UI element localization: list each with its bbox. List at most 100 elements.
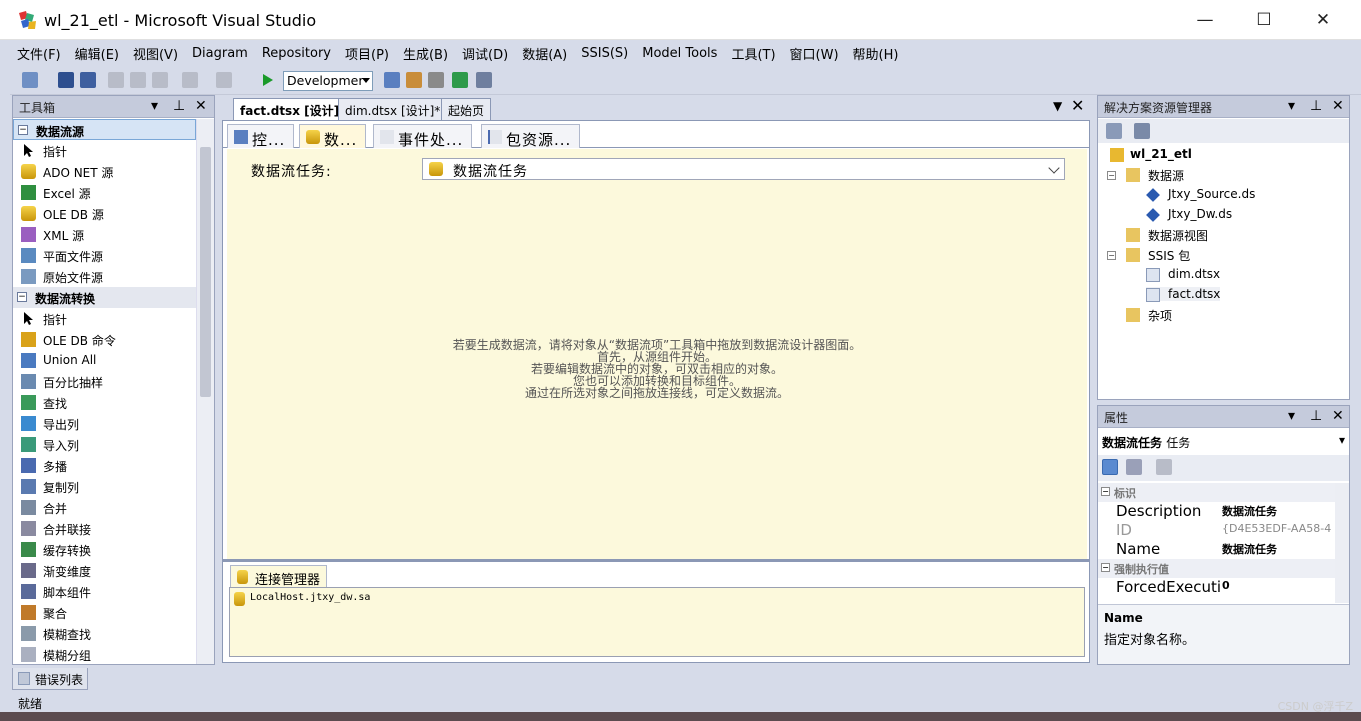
tab-start-page[interactable]: 起始页 (441, 98, 492, 120)
pin-icon[interactable]: ⊥ (1310, 408, 1322, 424)
toolbox-item[interactable]: XML 源 (13, 224, 196, 245)
redo-icon[interactable] (216, 72, 232, 88)
menu-ssis[interactable]: SSIS(S) (574, 46, 635, 61)
dropdown-icon[interactable]: ▾ (1288, 98, 1295, 114)
data-source-views-node[interactable]: 数据源视图 (1126, 227, 1208, 244)
close-icon[interactable]: ✕ (1332, 408, 1344, 424)
menu-model-tools[interactable]: Model Tools (635, 46, 724, 61)
navigate-icon[interactable] (452, 72, 468, 88)
menu-project[interactable]: 项目(P) (338, 44, 396, 63)
menu-edit[interactable]: 编辑(E) (68, 44, 126, 63)
property-object-select[interactable]: 数据流任务 任务 ▾ (1098, 429, 1349, 453)
property-row[interactable]: Name 数据流任务 (1098, 540, 1335, 559)
alphabetical-icon[interactable] (1126, 459, 1142, 475)
splitter[interactable] (223, 559, 1089, 562)
toolbox-item[interactable]: 渐变维度 (13, 560, 196, 581)
package-item[interactable]: fact.dtsx (1146, 287, 1221, 302)
error-list-tab[interactable]: 错误列表 (12, 668, 88, 690)
property-pages-icon[interactable] (1156, 459, 1172, 475)
toolbox-item[interactable]: 模糊查找 (13, 623, 196, 644)
toolbox-item[interactable]: 查找 (13, 392, 196, 413)
collapse-icon[interactable]: − (18, 125, 28, 135)
menu-window[interactable]: 窗口(W) (783, 44, 846, 63)
toolbox-item[interactable]: 脚本组件 (13, 581, 196, 602)
toolbox-item[interactable]: OLE DB 源 (13, 203, 196, 224)
property-row[interactable]: ForcedExecuti 0 (1098, 578, 1335, 597)
connection-manager-tab[interactable]: 连接管理器 (230, 565, 328, 588)
data-sources-node[interactable]: 数据源 (1126, 167, 1184, 184)
toolbox-item[interactable]: OLE DB 命令 (13, 329, 196, 350)
tab-event-handlers[interactable]: 事件处... (373, 124, 473, 149)
toolbox-item[interactable]: 多播 (13, 455, 196, 476)
window-icon[interactable] (476, 72, 492, 88)
undo-icon[interactable] (182, 72, 198, 88)
menu-view[interactable]: 视图(V) (126, 44, 185, 63)
menu-tools[interactable]: 工具(T) (724, 44, 782, 63)
maximize-button[interactable]: ☐ (1235, 0, 1293, 40)
show-all-files-icon[interactable] (1106, 123, 1122, 139)
close-window-button[interactable]: ✕ (1294, 0, 1352, 40)
cut-icon[interactable] (108, 72, 124, 88)
tab-package-explorer[interactable]: 包资源... (481, 124, 581, 149)
toolbox-item[interactable]: 平面文件源 (13, 245, 196, 266)
toolbox-item[interactable]: 原始文件源 (13, 266, 196, 287)
collapse-icon[interactable]: − (1107, 251, 1116, 260)
data-flow-surface[interactable]: 数据流任务: 数据流任务 若要生成数据流，请将对象从“数据流项”工具箱中拖放到数… (227, 149, 1087, 559)
new-project-icon[interactable] (22, 72, 38, 88)
categorized-icon[interactable] (1102, 459, 1118, 475)
close-icon[interactable]: ✕ (195, 98, 207, 114)
collapse-icon[interactable]: − (1101, 487, 1110, 496)
menu-data[interactable]: 数据(A) (515, 44, 574, 63)
dropdown-icon[interactable]: ▾ (1288, 408, 1295, 424)
misc-node[interactable]: 杂项 (1126, 307, 1172, 324)
close-doc-icon[interactable]: ✕ (1071, 96, 1084, 115)
property-row[interactable]: ID {D4E53EDF-AA58-4 (1098, 521, 1335, 540)
collapse-icon[interactable]: − (1101, 563, 1110, 572)
toolbox-item[interactable]: 百分比抽样 (13, 371, 196, 392)
save-icon[interactable] (58, 72, 74, 88)
project-node[interactable]: wl_21_etl (1110, 147, 1192, 162)
collapse-icon[interactable]: − (1107, 171, 1116, 180)
menu-repository[interactable]: Repository (255, 46, 338, 61)
toolbox-item[interactable]: 聚合 (13, 602, 196, 623)
toolbox-item[interactable]: 导出列 (13, 413, 196, 434)
properties-icon[interactable] (406, 72, 422, 88)
toolbox-category[interactable]: − 数据流转换 (13, 287, 196, 308)
property-category[interactable]: − 标识 (1098, 483, 1335, 502)
menu-file[interactable]: 文件(F) (10, 44, 68, 63)
property-category[interactable]: − 强制执行值 (1098, 559, 1335, 578)
toolbox-item[interactable]: 模糊分组 (13, 644, 196, 664)
pin-icon[interactable]: ⊥ (1310, 98, 1322, 114)
paste-icon[interactable] (152, 72, 168, 88)
data-source-item[interactable]: Jtxy_Source.ds (1146, 187, 1255, 202)
find-icon[interactable] (384, 72, 400, 88)
minimize-button[interactable]: — (1176, 0, 1234, 40)
menu-diagram[interactable]: Diagram (185, 46, 255, 61)
close-icon[interactable]: ✕ (1332, 98, 1344, 114)
properties-icon[interactable] (1134, 123, 1150, 139)
toolbox-item[interactable]: 指针 (13, 140, 196, 161)
toolbox-item[interactable]: Excel 源 (13, 182, 196, 203)
toolbox-item[interactable]: Union All (13, 350, 196, 371)
toolbox-item[interactable]: 导入列 (13, 434, 196, 455)
connection-list[interactable]: LocalHost.jtxy_dw.sa (229, 587, 1085, 657)
save-all-icon[interactable] (80, 72, 96, 88)
connection-item[interactable]: LocalHost.jtxy_dw.sa (234, 592, 370, 606)
tab-list-icon[interactable]: ▼ (1053, 99, 1062, 113)
tab-control-flow[interactable]: 控... (227, 124, 295, 149)
data-flow-task-select[interactable]: 数据流任务 (422, 158, 1065, 180)
start-debug-icon[interactable] (260, 73, 274, 87)
copy-icon[interactable] (130, 72, 146, 88)
property-row[interactable]: Description 数据流任务 (1098, 502, 1335, 521)
package-item[interactable]: dim.dtsx (1146, 267, 1220, 282)
toolbox-category[interactable]: − 数据流源 (13, 119, 196, 140)
data-source-item[interactable]: Jtxy_Dw.ds (1146, 207, 1232, 222)
pin-icon[interactable]: ⊥ (173, 98, 185, 114)
tools-icon[interactable] (428, 72, 444, 88)
tab-dim-dtsx[interactable]: dim.dtsx [设计]* (338, 98, 448, 120)
menu-help[interactable]: 帮助(H) (846, 44, 906, 63)
properties-scrollbar[interactable] (1335, 483, 1349, 603)
tab-fact-dtsx[interactable]: fact.dtsx [设计]* (233, 98, 353, 121)
solution-config-select[interactable]: Developmer (283, 71, 373, 91)
tab-data-flow[interactable]: 数... (299, 124, 367, 149)
